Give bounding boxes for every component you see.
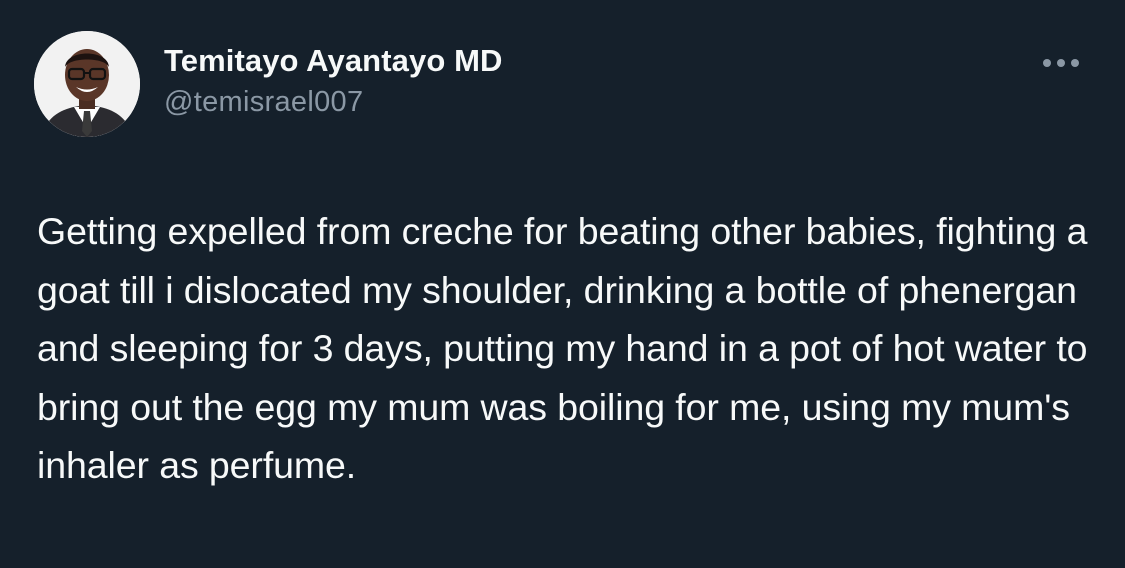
author-display-name[interactable]: Temitayo Ayantayo MD [164,42,502,80]
author-handle[interactable]: @temisrael007 [164,84,502,120]
tweet-header: Temitayo Ayantayo MD @temisrael007 [34,30,502,138]
author-names: Temitayo Ayantayo MD @temisrael007 [164,42,502,120]
avatar[interactable] [34,31,140,137]
profile-photo-icon [34,31,140,137]
tweet-card: Temitayo Ayantayo MD @temisrael007 Getti… [0,0,1125,568]
more-options-button[interactable] [1037,48,1085,78]
more-horizontal-icon [1043,59,1079,67]
tweet-text: Getting expelled from creche for beating… [37,210,1088,486]
